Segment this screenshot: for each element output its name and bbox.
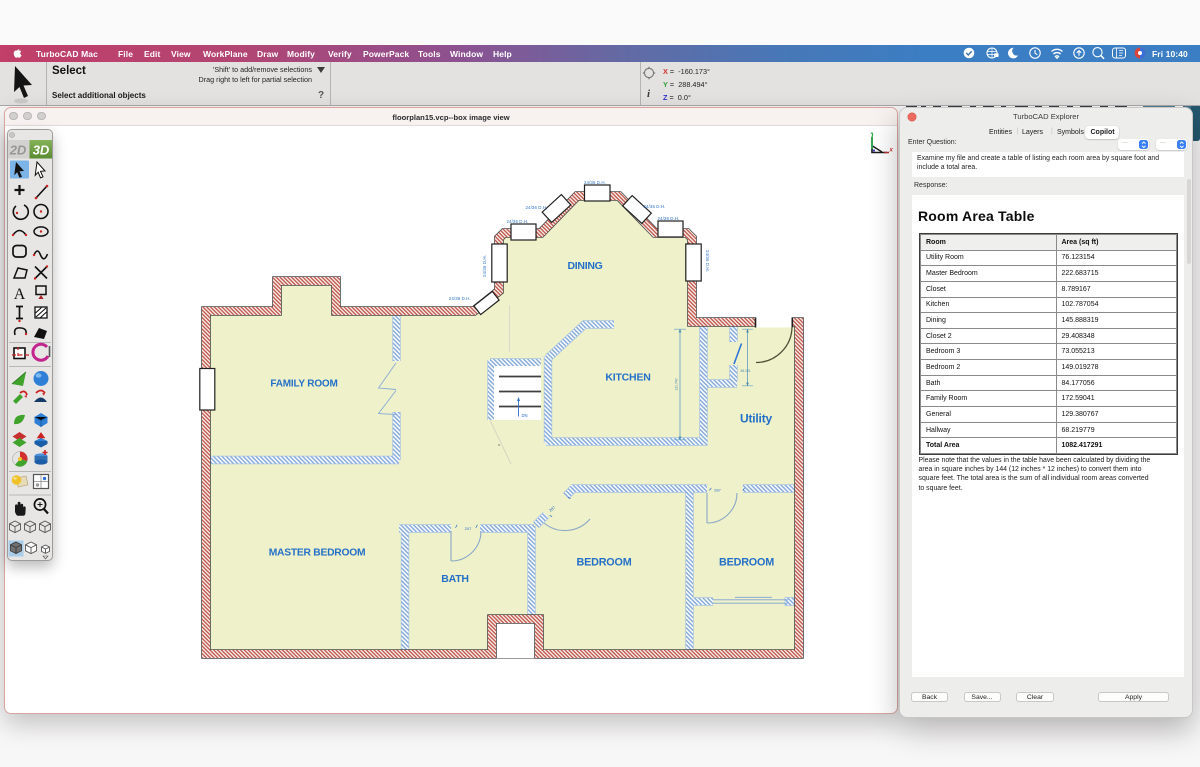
svg-text:24/36 D.H.: 24/36 D.H. (449, 296, 471, 301)
svg-text:BATH: BATH (441, 573, 469, 585)
svg-text:207: 207 (465, 526, 472, 531)
svg-text:120.740: 120.740 (675, 378, 679, 390)
svg-text:24/36 D.H.: 24/36 D.H. (705, 250, 710, 272)
svg-text:DN: DN (522, 413, 528, 418)
svg-text:MASTER BEDROOM: MASTER BEDROOM (269, 548, 366, 559)
svg-text:DINING: DINING (568, 260, 603, 272)
svg-text:24/36 D.H.: 24/36 D.H. (658, 216, 680, 221)
svg-text:A: A (13, 286, 25, 303)
svg-text:56.281: 56.281 (741, 369, 751, 373)
svg-text:x: x (889, 148, 894, 154)
svg-text:KITCHEN: KITCHEN (605, 372, 650, 384)
svg-text:BEDROOM: BEDROOM (577, 557, 632, 569)
svg-text:287: 287 (714, 488, 721, 493)
svg-text:BEDROOM: BEDROOM (719, 557, 774, 569)
svg-text:24/36 D.H.: 24/36 D.H. (644, 204, 666, 209)
svg-text:24/36 D.H.: 24/36 D.H. (482, 255, 487, 277)
svg-text:2D: 2D (8, 142, 26, 157)
svg-text:24/36 D.H.: 24/36 D.H. (507, 219, 529, 224)
svg-text:24/36 D.H.: 24/36 D.H. (584, 180, 606, 185)
svg-text:Utility: Utility (740, 412, 772, 426)
svg-text:3D: 3D (32, 142, 49, 157)
svg-text:24/36 D.H.: 24/36 D.H. (526, 205, 548, 210)
svg-text:FAMILY ROOM: FAMILY ROOM (270, 379, 337, 390)
